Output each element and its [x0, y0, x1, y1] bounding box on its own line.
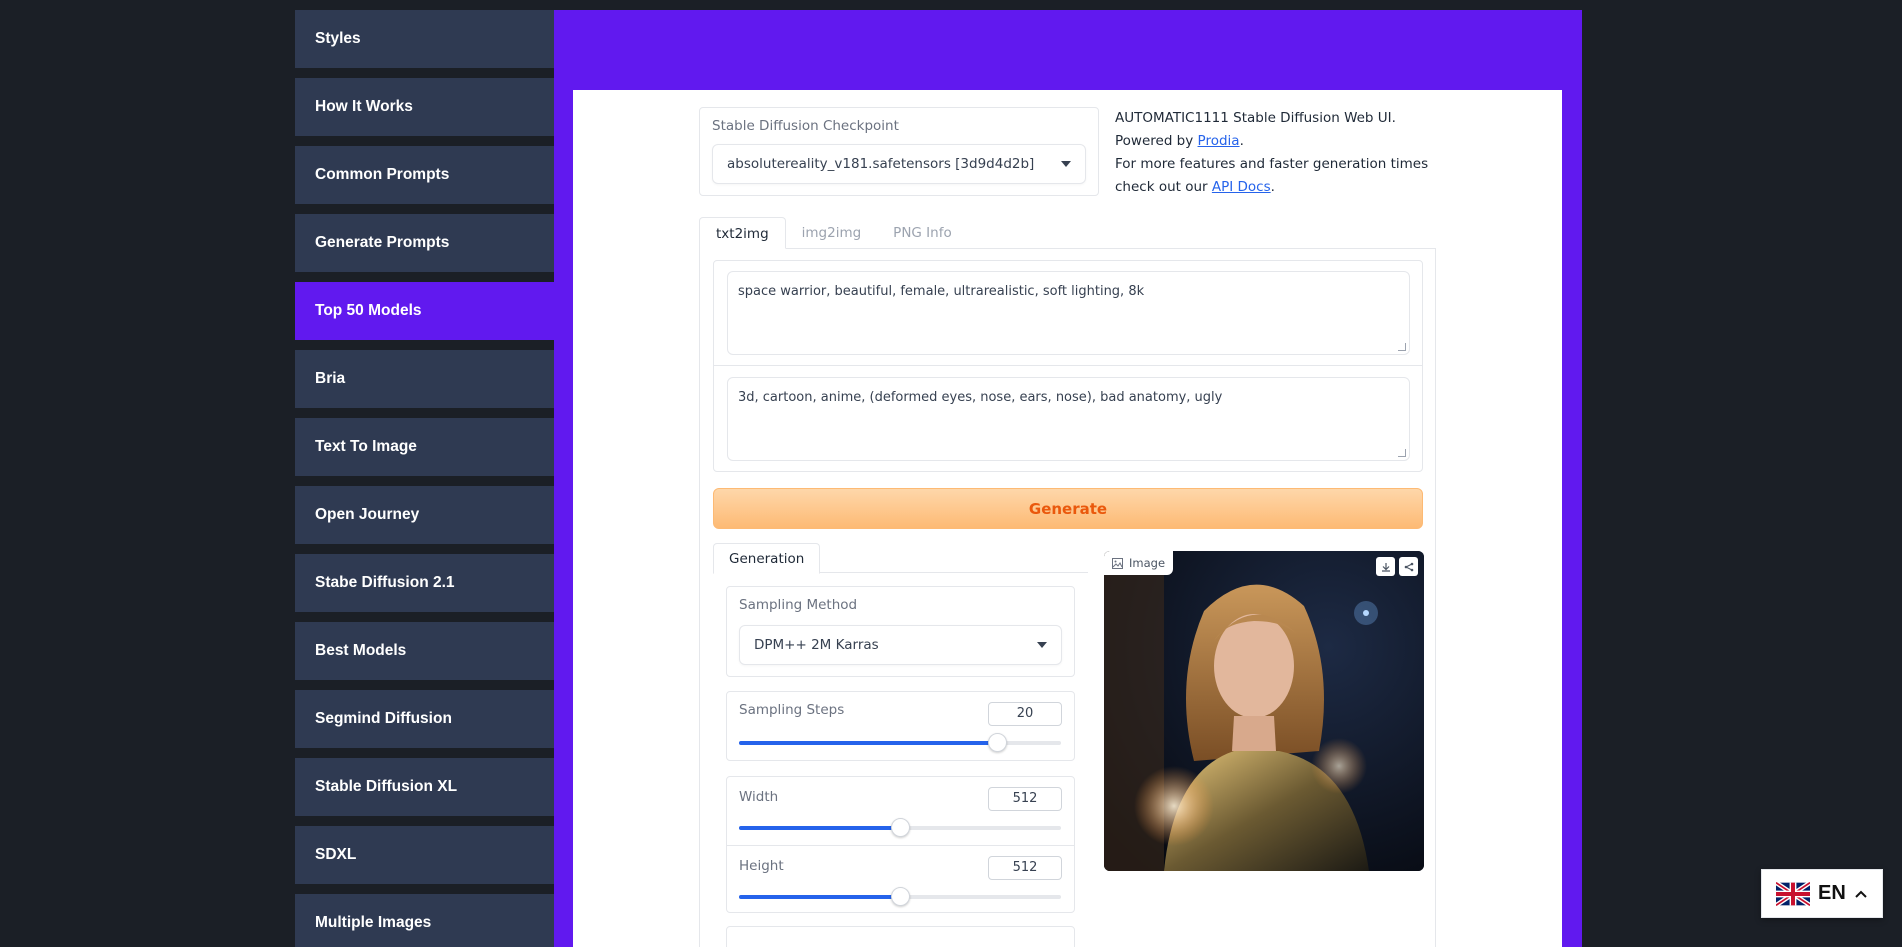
powered-suffix: .: [1239, 133, 1244, 149]
sidebar-item-label: Bria: [315, 370, 346, 387]
sampling-method-label: Sampling Method: [739, 597, 858, 613]
sampling-steps-panel: Sampling Steps 20: [726, 691, 1075, 761]
language-code: EN: [1818, 882, 1846, 904]
sidebar-item-label: Generate Prompts: [315, 234, 450, 251]
generate-button[interactable]: Generate: [713, 488, 1423, 529]
divider: [714, 365, 1422, 366]
prompt-input[interactable]: space warrior, beautiful, female, ultrar…: [727, 271, 1410, 355]
checkpoint-select[interactable]: absolutereality_v181.safetensors [3d9d4d…: [712, 144, 1086, 184]
width-label: Width: [739, 789, 779, 805]
sampling-steps-input[interactable]: 20: [988, 702, 1062, 726]
uk-flag-icon: [1776, 881, 1810, 906]
generation-tabs: Generation: [713, 543, 1088, 574]
sampling-steps-slider[interactable]: [739, 733, 1061, 752]
width-slider[interactable]: [739, 818, 1061, 837]
slider-thumb[interactable]: [891, 887, 910, 906]
dimensions-panel: Width 512 Height 512: [726, 776, 1075, 913]
resize-handle-icon[interactable]: [1398, 343, 1406, 351]
checkpoint-label: Stable Diffusion Checkpoint: [712, 118, 899, 134]
width-input[interactable]: 512: [988, 787, 1062, 811]
tab-txt2img[interactable]: txt2img: [699, 217, 786, 249]
sidebar-item-stable-diffusion-2-1[interactable]: Stabe Diffusion 2.1: [295, 554, 554, 612]
sidebar-item-label: Top 50 Models: [315, 302, 422, 319]
slider-thumb[interactable]: [891, 818, 910, 837]
sidebar-item-label: Text To Image: [315, 438, 417, 455]
height-label: Height: [739, 858, 784, 874]
sidebar-item-sdxl[interactable]: SDXL: [295, 826, 554, 884]
checkpoint-value: absolutereality_v181.safetensors [3d9d4d…: [727, 156, 1035, 172]
image-label-text: Image: [1129, 556, 1166, 570]
height-input[interactable]: 512: [988, 856, 1062, 880]
checkpoint-panel: Stable Diffusion Checkpoint absolutereal…: [699, 107, 1099, 196]
negative-prompt-text: 3d, cartoon, anime, (deformed eyes, nose…: [738, 390, 1223, 405]
info-line-title: AUTOMATIC1111 Stable Diffusion Web UI.: [1115, 110, 1396, 126]
sidebar-item-label: SDXL: [315, 846, 357, 863]
sampling-method-panel: Sampling Method DPM++ 2M Karras: [726, 586, 1075, 677]
mode-tabs: txt2img img2img PNG Info: [699, 217, 1436, 249]
sidebar: Styles How It Works Common Prompts Gener…: [295, 10, 554, 947]
tab-img2img[interactable]: img2img: [786, 217, 878, 249]
resize-handle-icon[interactable]: [1398, 449, 1406, 457]
sidebar-item-bria[interactable]: Bria: [295, 350, 554, 408]
webui-card: Stable Diffusion Checkpoint absolutereal…: [573, 90, 1562, 947]
powered-prefix: Powered by: [1115, 133, 1198, 149]
tab-generation[interactable]: Generation: [713, 543, 821, 574]
more-suffix: .: [1270, 179, 1275, 195]
image-actions: [1376, 557, 1418, 576]
info-line-powered: Powered by Prodia.: [1115, 130, 1445, 153]
prompt-text: space warrior, beautiful, female, ultrar…: [738, 284, 1145, 299]
image-icon: [1112, 557, 1123, 569]
prodia-link[interactable]: Prodia: [1198, 133, 1240, 149]
share-icon[interactable]: [1399, 557, 1418, 576]
slider-thumb[interactable]: [987, 733, 1007, 752]
slider-fill: [739, 741, 997, 745]
sampling-method-value: DPM++ 2M Karras: [754, 637, 879, 653]
sidebar-item-label: Open Journey: [315, 506, 420, 523]
sidebar-item-how-it-works[interactable]: How It Works: [295, 78, 554, 136]
sidebar-item-label: Multiple Images: [315, 914, 432, 931]
sidebar-item-common-prompts[interactable]: Common Prompts: [295, 146, 554, 204]
slider-fill: [739, 895, 900, 899]
info-line-more: For more features and faster generation …: [1115, 153, 1445, 199]
sidebar-item-styles[interactable]: Styles: [295, 10, 554, 68]
api-docs-link[interactable]: API Docs: [1212, 179, 1271, 195]
negative-prompt-input[interactable]: 3d, cartoon, anime, (deformed eyes, nose…: [727, 377, 1410, 461]
sidebar-item-segmind-diffusion[interactable]: Segmind Diffusion: [295, 690, 554, 748]
sidebar-item-label: How It Works: [315, 98, 413, 115]
sidebar-item-generate-prompts[interactable]: Generate Prompts: [295, 214, 554, 272]
sidebar-item-text-to-image[interactable]: Text To Image: [295, 418, 554, 476]
sidebar-item-label: Stabe Diffusion 2.1: [315, 574, 455, 591]
download-icon[interactable]: [1376, 557, 1395, 576]
sidebar-item-open-journey[interactable]: Open Journey: [295, 486, 554, 544]
next-setting-panel: [726, 926, 1075, 947]
language-selector[interactable]: EN: [1761, 869, 1883, 918]
chevron-up-icon: [1855, 890, 1867, 898]
chevron-down-icon: [1061, 161, 1071, 167]
sidebar-item-label: Common Prompts: [315, 166, 450, 183]
sidebar-item-label: Styles: [315, 30, 361, 47]
sidebar-item-multiple-images[interactable]: Multiple Images: [295, 894, 554, 947]
info-text: AUTOMATIC1111 Stable Diffusion Web UI. P…: [1115, 107, 1445, 199]
output-image-panel[interactable]: Image: [1104, 551, 1424, 871]
sidebar-item-label: Segmind Diffusion: [315, 710, 452, 727]
divider: [727, 845, 1074, 846]
sidebar-item-top-50-models[interactable]: Top 50 Models: [295, 282, 554, 340]
generated-portrait-image: [1104, 551, 1424, 871]
prompt-group: space warrior, beautiful, female, ultrar…: [713, 260, 1423, 472]
sidebar-item-label: Stable Diffusion XL: [315, 778, 458, 795]
slider-fill: [739, 826, 900, 830]
sidebar-item-label: Best Models: [315, 642, 407, 659]
tab-png-info[interactable]: PNG Info: [877, 217, 968, 249]
sidebar-item-best-models[interactable]: Best Models: [295, 622, 554, 680]
height-slider[interactable]: [739, 887, 1061, 906]
sampling-method-select[interactable]: DPM++ 2M Karras: [739, 625, 1062, 665]
chevron-down-icon: [1037, 642, 1047, 648]
txt2img-panel: space warrior, beautiful, female, ultrar…: [699, 248, 1436, 947]
sidebar-item-stable-diffusion-xl[interactable]: Stable Diffusion XL: [295, 758, 554, 816]
image-label: Image: [1104, 551, 1174, 575]
